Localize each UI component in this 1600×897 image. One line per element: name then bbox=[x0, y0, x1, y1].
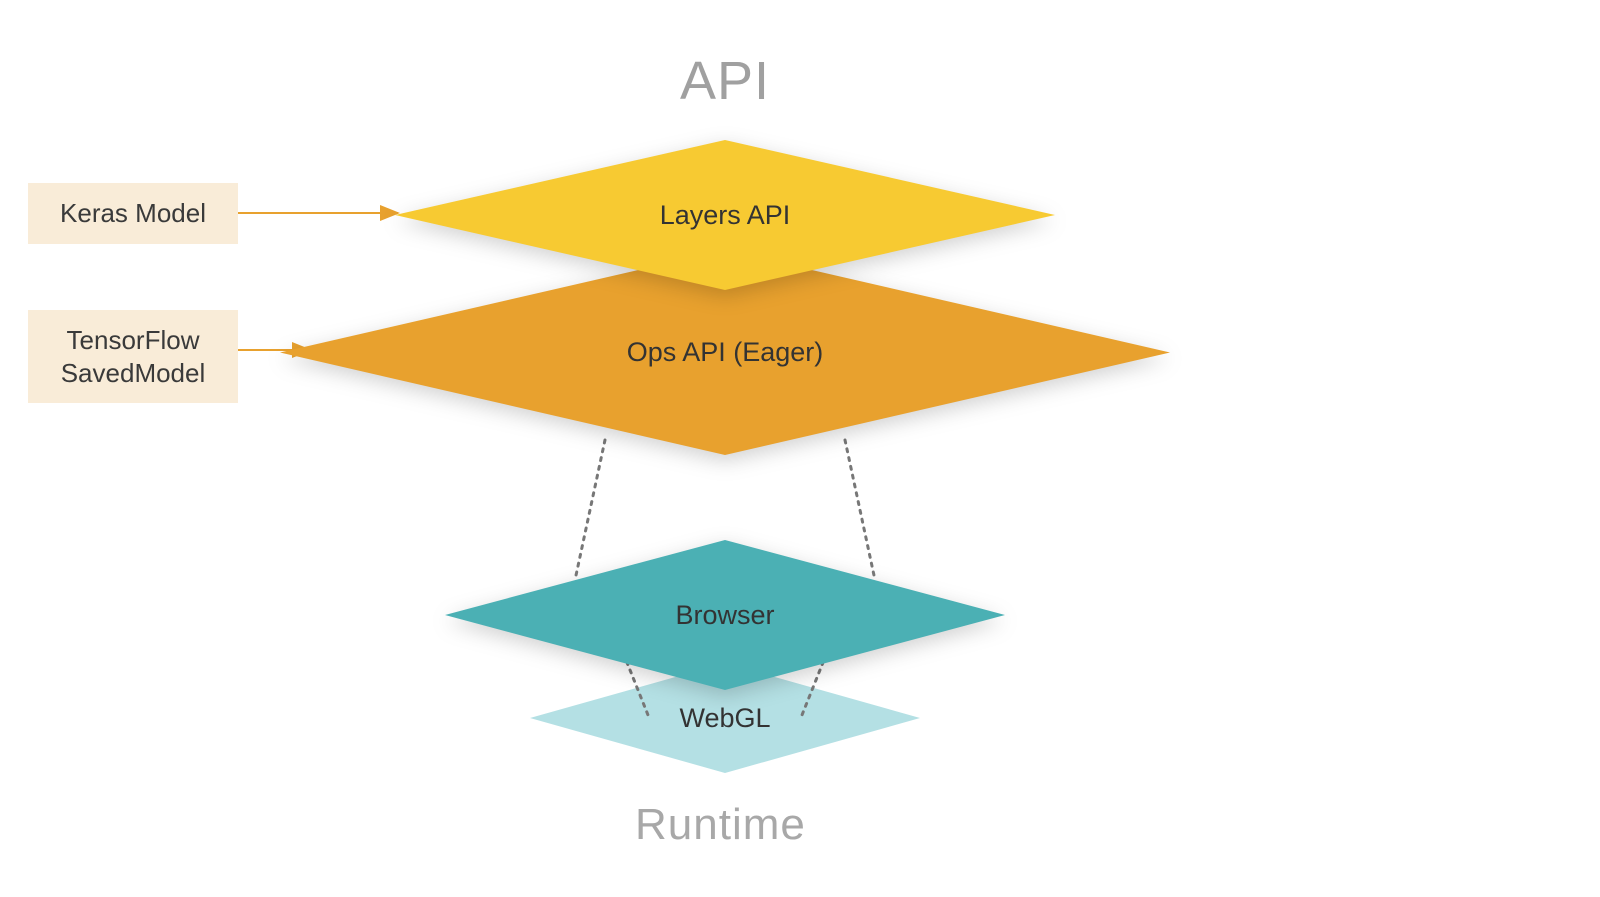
keras-model-label: Keras Model bbox=[60, 198, 206, 228]
layers-api-label: Layers API bbox=[660, 200, 791, 231]
api-title: API bbox=[680, 50, 770, 112]
tf-line2: SavedModel bbox=[61, 358, 206, 388]
layers-api-diamond: Layers API bbox=[395, 140, 1055, 290]
tf-savedmodel-box: TensorFlow SavedModel bbox=[28, 310, 238, 403]
keras-model-box: Keras Model bbox=[28, 183, 238, 244]
browser-label: Browser bbox=[675, 600, 774, 631]
runtime-title: Runtime bbox=[635, 800, 806, 850]
browser-diamond: Browser bbox=[445, 540, 1005, 690]
tf-line1: TensorFlow bbox=[67, 325, 200, 355]
ops-api-label: Ops API (Eager) bbox=[627, 337, 824, 368]
webgl-label: WebGL bbox=[679, 703, 770, 734]
